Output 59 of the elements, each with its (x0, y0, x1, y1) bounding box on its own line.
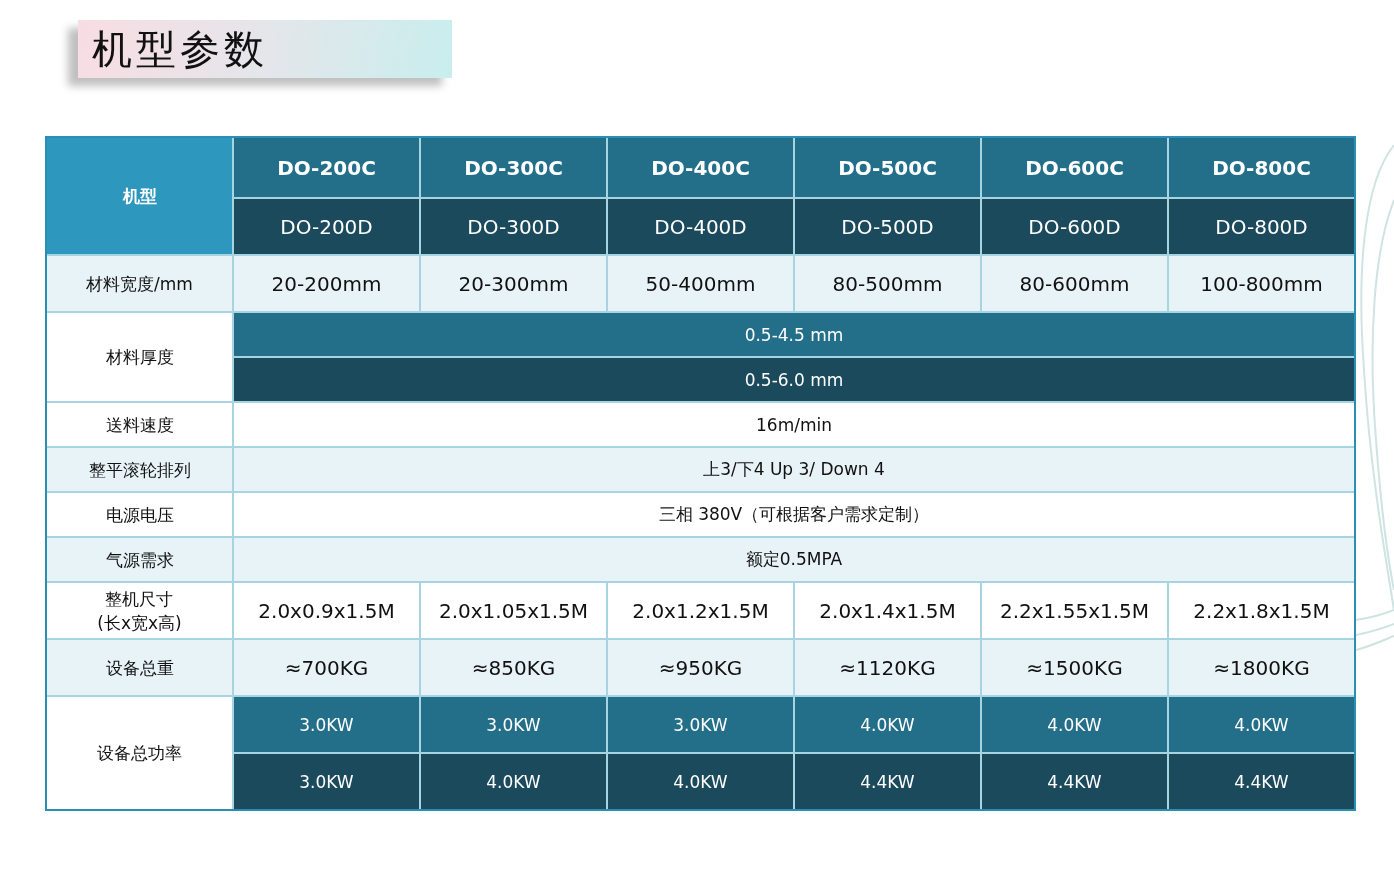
table-cell: 4.4KW (1169, 754, 1354, 809)
model-header: DO-600C (982, 138, 1167, 197)
table-cell: 100-800mm (1169, 256, 1354, 311)
model-header: DO-500C (795, 138, 980, 197)
table-cell: 3.0KW (234, 754, 419, 809)
table-cell: 4.0KW (421, 754, 606, 809)
table-cell: 额定0.5MPA (234, 538, 1354, 581)
table-cell: 0.5-6.0 mm (234, 358, 1354, 401)
row-label: 整机尺寸 (长x宽x高) (47, 583, 232, 638)
corner-header: 机型 (47, 138, 232, 254)
model-header: DO-500D (795, 199, 980, 254)
model-header: DO-400C (608, 138, 793, 197)
table-cell: ≈1500KG (982, 640, 1167, 695)
table-cell: 4.0KW (982, 697, 1167, 752)
table-cell: 16m/min (234, 403, 1354, 446)
table-cell: 4.4KW (795, 754, 980, 809)
model-header: DO-300C (421, 138, 606, 197)
model-header: DO-800C (1169, 138, 1354, 197)
row-label: 材料厚度 (47, 313, 232, 401)
row-label: 电源电压 (47, 493, 232, 536)
model-header: DO-600D (982, 199, 1167, 254)
table-cell: 3.0KW (234, 697, 419, 752)
table-cell: 上3/下4 Up 3/ Down 4 (234, 448, 1354, 491)
model-header: DO-400D (608, 199, 793, 254)
model-header: DO-300D (421, 199, 606, 254)
row-label: 设备总功率 (47, 697, 232, 809)
model-header: DO-200C (234, 138, 419, 197)
model-header: DO-800D (1169, 199, 1354, 254)
table-cell: ≈950KG (608, 640, 793, 695)
row-label: 材料宽度/mm (47, 256, 232, 311)
row-label: 设备总重 (47, 640, 232, 695)
table-cell: 2.0x1.2x1.5M (608, 583, 793, 638)
table-cell: ≈700KG (234, 640, 419, 695)
row-label: 送料速度 (47, 403, 232, 446)
table-cell: 50-400mm (608, 256, 793, 311)
page-title: 机型参数 (78, 20, 452, 78)
table-cell: ≈1120KG (795, 640, 980, 695)
table-cell: 2.0x1.05x1.5M (421, 583, 606, 638)
table-cell: ≈1800KG (1169, 640, 1354, 695)
table-cell: 4.4KW (982, 754, 1167, 809)
table-cell: 3.0KW (608, 697, 793, 752)
table-cell: ≈850KG (421, 640, 606, 695)
table-cell: 4.0KW (795, 697, 980, 752)
table-cell: 2.0x0.9x1.5M (234, 583, 419, 638)
table-cell: 2.2x1.8x1.5M (1169, 583, 1354, 638)
row-label: 气源需求 (47, 538, 232, 581)
model-header: DO-200D (234, 199, 419, 254)
table-cell: 4.0KW (1169, 697, 1354, 752)
table-cell: 2.0x1.4x1.5M (795, 583, 980, 638)
row-label: 整平滚轮排列 (47, 448, 232, 491)
table-cell: 2.2x1.55x1.5M (982, 583, 1167, 638)
table-cell: 20-200mm (234, 256, 419, 311)
table-cell: 三相 380V（可根据客户需求定制） (234, 493, 1354, 536)
table-cell: 3.0KW (421, 697, 606, 752)
table-cell: 80-600mm (982, 256, 1167, 311)
table-cell: 80-500mm (795, 256, 980, 311)
table-cell: 0.5-4.5 mm (234, 313, 1354, 356)
table-cell: 20-300mm (421, 256, 606, 311)
table-cell: 4.0KW (608, 754, 793, 809)
